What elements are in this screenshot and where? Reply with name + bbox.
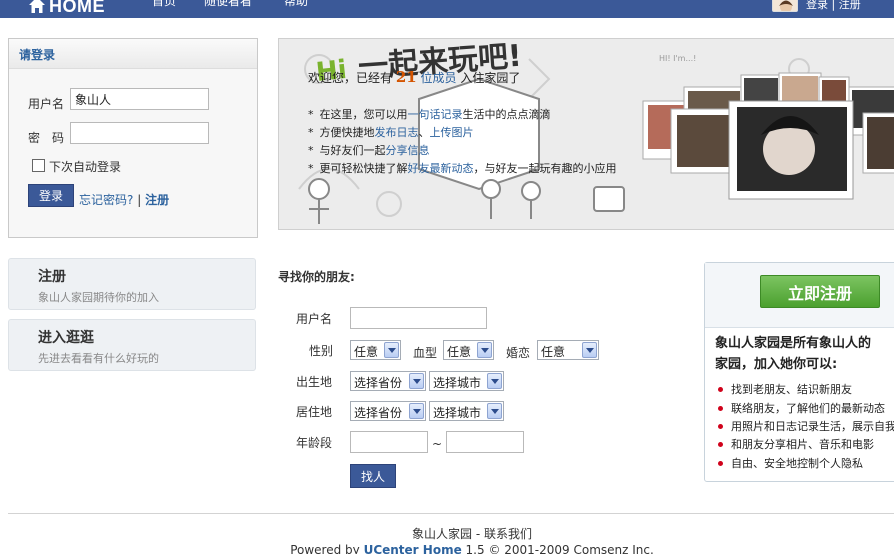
- members-link[interactable]: 位成员: [421, 71, 457, 85]
- gender-select[interactable]: 任意: [350, 340, 401, 360]
- chevron-down-icon: [384, 342, 399, 358]
- age-max-input[interactable]: [446, 431, 524, 453]
- feature-link-blog[interactable]: 发布日志: [375, 126, 419, 139]
- finder-username-input[interactable]: [350, 307, 487, 329]
- chevron-down-icon: [487, 373, 502, 389]
- login-links: 忘记密码? | 注册: [79, 191, 169, 208]
- top-login-link[interactable]: 登录: [806, 0, 828, 11]
- nav-browse[interactable]: 随便看看: [204, 0, 252, 9]
- login-password-input[interactable]: [70, 122, 209, 144]
- feature-item: * 在这里，您可以用一句话记录生活中的点点滴滴: [308, 108, 551, 121]
- sidebox-register-desc: 象山人家园期待你的加入: [38, 291, 159, 304]
- house-icon: [28, 0, 46, 14]
- chevron-down-icon: [487, 403, 502, 419]
- bullet-icon: [718, 424, 723, 429]
- avatar[interactable]: [772, 0, 798, 12]
- link-separator: |: [137, 193, 142, 207]
- register-promo-panel: 立即注册 象山人家园是所有象山人的 家园，加入她你可以: 找到老朋友、结识新朋友…: [704, 262, 894, 482]
- register-now-button[interactable]: 立即注册: [760, 275, 880, 308]
- sidebox-browse-desc: 先进去看看有什么好玩的: [38, 352, 159, 365]
- password-label: 密 码: [28, 131, 65, 145]
- benefit-item: 找到老朋友、结识新朋友: [718, 381, 852, 397]
- ucenter-home-link[interactable]: UCenter Home: [364, 543, 462, 554]
- feature-item: * 与好友们一起分享信息: [308, 144, 430, 157]
- benefit-item: 自由、安全地控制个人隐私: [718, 455, 863, 471]
- gender-label: 性别: [309, 344, 334, 358]
- feature-link-photo[interactable]: 上传图片: [430, 126, 474, 139]
- auth-links: 登录 | 注册: [806, 0, 861, 12]
- welcome-prefix: 欢迎您，已经有: [308, 71, 393, 85]
- heading-line-2: 家园，加入她你可以:: [715, 357, 838, 372]
- age-separator: ~: [432, 437, 443, 451]
- login-panel: 请登录 用户名 密 码 下次自动登录 登录 忘记密码? | 注册: [8, 38, 258, 238]
- feature-link-feed[interactable]: 好友最新动态: [408, 162, 474, 175]
- feature-link-share[interactable]: 分享信息: [386, 144, 430, 157]
- remember-checkbox[interactable]: [32, 159, 45, 172]
- footer-site-link[interactable]: 象山人家园: [412, 527, 472, 541]
- feature-item: * 方便快捷地发布日志、上传图片: [308, 126, 474, 139]
- footer-divider: [8, 513, 894, 514]
- remember-label: 下次自动登录: [49, 160, 122, 174]
- login-username-input[interactable]: [70, 88, 209, 110]
- benefit-item: 用照片和日志记录生活，展示自我: [718, 418, 894, 434]
- nav-help[interactable]: 帮助: [284, 0, 308, 9]
- reside-city-select[interactable]: 选择城市: [429, 401, 504, 421]
- login-button[interactable]: 登录: [28, 184, 74, 207]
- footer-links: 象山人家园 - 联系我们: [412, 527, 532, 541]
- benefit-item: 和朋友分享相片、音乐和电影: [718, 436, 874, 452]
- browse-sidebox[interactable]: 进入逛逛 先进去看看有什么好玩的: [8, 319, 256, 371]
- age-label: 年龄段: [296, 436, 333, 450]
- heading-line-1: 象山人家园是所有象山人的: [715, 336, 872, 351]
- reside-province-select[interactable]: 选择省份: [350, 401, 426, 421]
- welcome-suffix: 入住家园了: [460, 71, 521, 85]
- benefit-item: 联络朋友，了解他们的最新动态: [718, 400, 885, 416]
- birth-city-select[interactable]: 选择城市: [429, 371, 504, 391]
- chevron-down-icon: [409, 373, 424, 389]
- register-sidebox[interactable]: 注册 象山人家园期待你的加入: [8, 258, 256, 310]
- birthplace-label: 出生地: [296, 375, 333, 389]
- footer-powered: Powered by UCenter Home 1.5 © 2001-2009 …: [0, 543, 894, 554]
- blood-type-select[interactable]: 任意: [443, 340, 494, 360]
- welcome-banner: Hi 一起来玩吧! HI! I'm...! 欢迎您，已经有 21 位成员 入住家…: [278, 38, 894, 230]
- age-min-input[interactable]: [350, 431, 428, 453]
- chevron-down-icon: [477, 342, 492, 358]
- svg-text:HI! I'm...!: HI! I'm...!: [659, 54, 696, 63]
- login-title: 请登录: [9, 39, 257, 69]
- birth-province-select[interactable]: 选择省份: [350, 371, 426, 391]
- sidebox-register-title: 注册: [38, 269, 66, 285]
- top-separator: |: [831, 0, 836, 11]
- marriage-label: 婚恋: [506, 346, 531, 360]
- sidebox-browse-title: 进入逛逛: [38, 330, 94, 346]
- register-panel-heading: 象山人家园是所有象山人的 家园，加入她你可以:: [715, 333, 871, 375]
- nav-home[interactable]: 首页: [152, 0, 176, 9]
- bullet-icon: [718, 461, 723, 466]
- top-navigation-bar: HOME 首页 随便看看 帮助 登录 | 注册: [0, 0, 894, 18]
- top-register-link[interactable]: 注册: [839, 0, 861, 11]
- bullet-icon: [718, 387, 723, 392]
- bullet-icon: [718, 442, 723, 447]
- home-link[interactable]: HOME: [28, 0, 105, 17]
- bullet-icon: [718, 406, 723, 411]
- welcome-text: 欢迎您，已经有 21 位成员 入住家园了: [308, 68, 520, 86]
- username-label: 用户名: [28, 97, 65, 111]
- forgot-password-link[interactable]: 忘记密码?: [79, 193, 133, 207]
- chevron-down-icon: [409, 403, 424, 419]
- member-count: 21: [395, 68, 417, 86]
- footer-contact-link[interactable]: 联系我们: [484, 527, 532, 541]
- find-people-button[interactable]: 找人: [350, 464, 396, 488]
- feature-link-status[interactable]: 一句话记录: [408, 108, 463, 121]
- find-friends-title: 寻找你的朋友:: [278, 270, 355, 284]
- feature-item: * 更可轻松快捷了解好友最新动态，与好友一起玩有趣的小应用: [308, 162, 617, 175]
- marriage-select[interactable]: 任意: [537, 340, 599, 360]
- home-label: HOME: [49, 0, 105, 16]
- finder-username-label: 用户名: [296, 312, 333, 326]
- register-link[interactable]: 注册: [145, 193, 169, 207]
- chevron-down-icon: [582, 342, 597, 358]
- residence-label: 居住地: [296, 405, 333, 419]
- blood-label: 血型: [413, 346, 438, 360]
